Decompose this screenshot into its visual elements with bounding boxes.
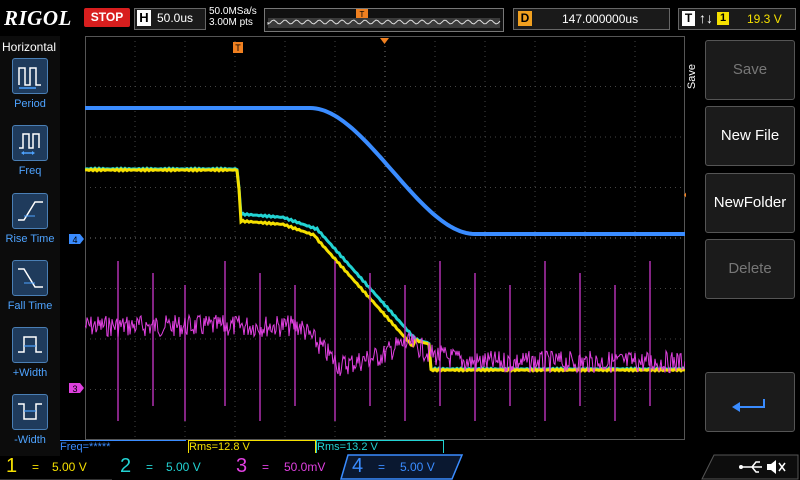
memory-overview-bar: T [264,8,504,32]
ch1-waveform [85,167,685,373]
save-menu-tab: Save [686,64,698,90]
run-stop-status[interactable]: STOP [84,8,130,27]
delay-key: D [518,11,532,26]
trigger-source: 1 [717,12,729,25]
ch1-coupling-icon: = [32,460,40,474]
trigger-key: T [682,11,695,26]
measurement-rms-ch1[interactable]: Rms=12.8 V [188,440,316,453]
ch4-marker-label: 4 [72,235,77,245]
horizontal-key: H [137,10,151,26]
menu-title: Horizontal [2,40,57,54]
horizontal-timebase[interactable]: H 50.0us [134,8,206,30]
trigger-edge-icon: ↑↓ [699,10,713,26]
sample-rate: 50.0MSa/s [209,6,257,17]
positive-width-icon [12,327,48,363]
ch3-marker-label: 3 [72,384,77,394]
new-folder-button[interactable]: NewFolder [705,173,795,233]
return-arrow-icon [732,399,765,412]
ch4-coupling-icon: = [378,460,386,474]
period-label: Period [14,98,46,110]
freq-label: Freq [18,165,42,177]
new-file-button[interactable]: New File [705,106,795,166]
trigger-position-label: T [360,10,365,19]
acquisition-info: 50.0MSa/s 3.00M pts [209,6,257,28]
ch1-scale: 5.00 V [52,460,87,474]
measurement-rms-ch2[interactable]: Rms=13.2 V [316,440,444,453]
ch2-number: 2 [120,455,132,477]
return-button[interactable] [705,372,795,432]
ch4-number: 4 [352,455,364,477]
memory-depth: 3.00M pts [209,17,253,28]
ch3-spikes [117,261,651,421]
fall-time-icon [12,260,48,296]
delete-button[interactable]: Delete [705,239,795,299]
ch4-scale: 5.00 V [400,460,435,474]
brand-logo: RIGOL [4,6,72,30]
delay-value: 147.000000us [562,12,639,26]
ch2-scale: 5.00 V [166,460,201,474]
ch3-scale: 50.0mV [284,460,326,474]
save-button[interactable]: Save [705,40,795,100]
trigger-level: 19.3 V [747,12,782,26]
period-icon [12,58,48,94]
ch1-number: 1 [6,455,18,477]
trigger-display[interactable]: T ↑↓ 1 19.3 V [678,8,796,30]
frequency-icon [12,125,48,161]
pos-width-label: +Width [12,367,48,379]
ch3-coupling-icon: = [262,460,270,474]
ch2-waveform [85,166,685,372]
center-marker [380,38,389,44]
rise-time-icon [12,193,48,229]
waveform-display[interactable]: T [85,36,685,440]
neg-width-label: -Width [14,434,46,446]
measurement-freq[interactable]: Freq=***** [60,440,186,453]
ch2-coupling-icon: = [146,460,154,474]
fall-time-label: Fall Time [7,300,53,312]
negative-width-icon [12,394,48,430]
trigger-time-label: T [235,43,241,53]
ch3-number: 3 [236,455,248,477]
rise-time-label: Rise Time [5,233,55,245]
timebase-value: 50.0us [157,11,194,25]
graticule [85,36,685,440]
delay-display[interactable]: D 147.000000us [513,8,670,30]
